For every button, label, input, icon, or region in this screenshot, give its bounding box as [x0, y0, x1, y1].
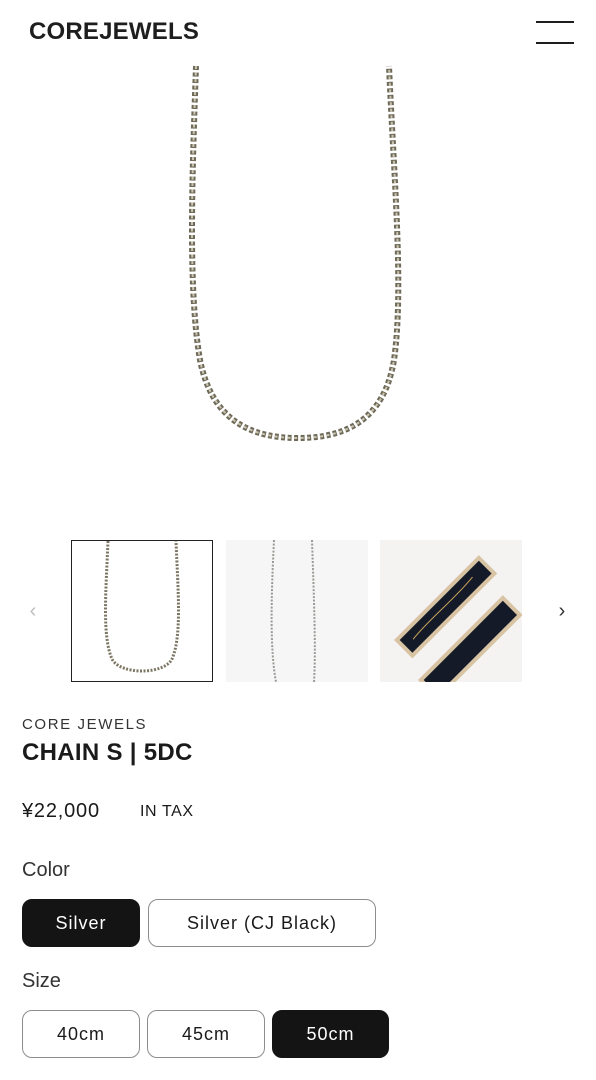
- tax-label: IN TAX: [140, 803, 194, 820]
- chevron-left-icon[interactable]: ‹: [22, 600, 44, 622]
- color-option-silver-cj-black[interactable]: Silver (CJ Black): [148, 899, 376, 947]
- size-option-50cm[interactable]: 50cm: [272, 1010, 389, 1058]
- site-header: COREJEWELS: [0, 0, 596, 66]
- thumbnail-chain-front[interactable]: [71, 540, 213, 682]
- product-brand: CORE JEWELS: [22, 716, 148, 733]
- product-page: COREJEWELS ‹ › CORE JEWELS CHAIN S | 5DC…: [0, 0, 596, 1080]
- product-price: ¥22,000: [22, 800, 100, 822]
- thumbnail-carousel: ‹ ›: [0, 538, 596, 686]
- size-option-45cm[interactable]: 45cm: [147, 1010, 265, 1058]
- color-label: Color: [22, 859, 70, 881]
- menu-line: [536, 42, 574, 44]
- chevron-right-icon[interactable]: ›: [551, 600, 573, 622]
- size-label: Size: [22, 970, 61, 992]
- thumbnail-chain-side[interactable]: [226, 540, 368, 682]
- thumbnail-jewelry-box[interactable]: [380, 540, 522, 682]
- menu-line: [536, 21, 574, 23]
- site-logo[interactable]: COREJEWELS: [29, 18, 199, 46]
- product-main-image: [0, 60, 596, 500]
- product-title: CHAIN S | 5DC: [22, 739, 193, 766]
- size-option-40cm[interactable]: 40cm: [22, 1010, 140, 1058]
- hamburger-menu-icon[interactable]: [534, 20, 576, 46]
- color-option-silver[interactable]: Silver: [22, 899, 140, 947]
